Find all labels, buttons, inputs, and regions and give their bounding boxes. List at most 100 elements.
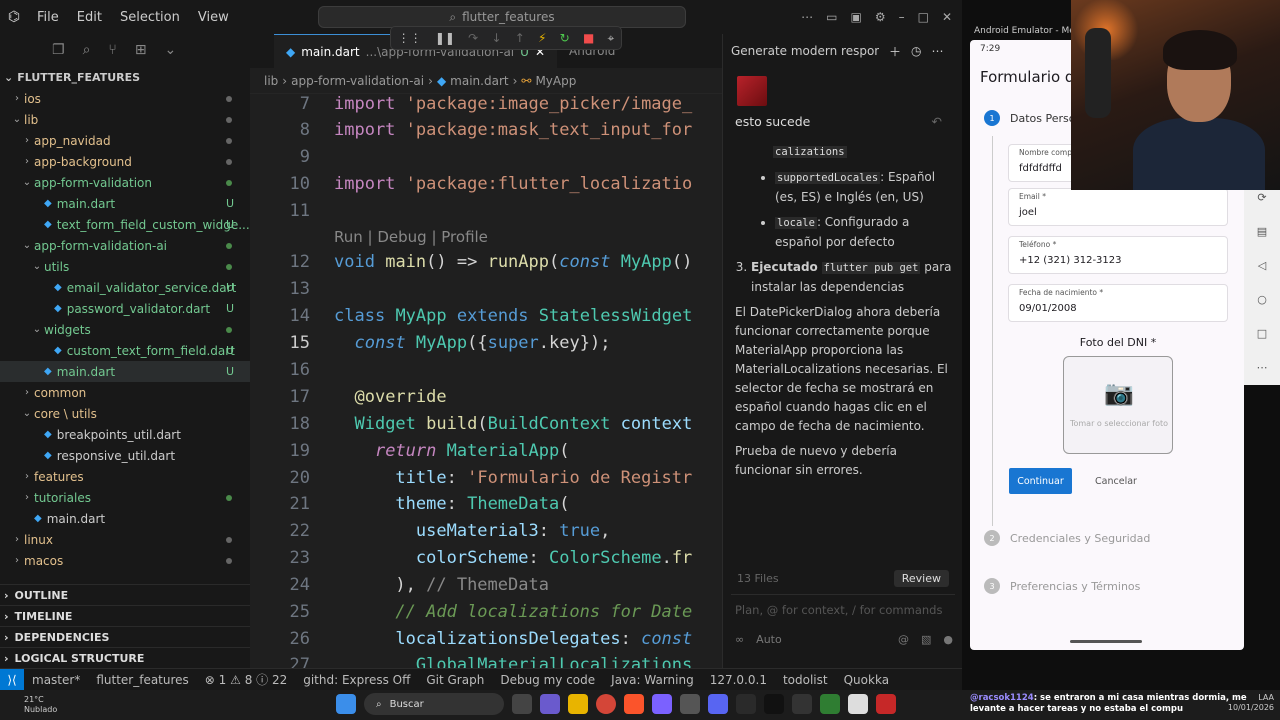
step-2[interactable]: 2 Credenciales y Seguridad (984, 530, 1150, 546)
brave-icon[interactable] (624, 694, 644, 714)
app-icon[interactable] (820, 694, 840, 714)
tree-item[interactable]: ⌄ app-form-validation-ai (0, 235, 250, 256)
minimize-icon[interactable]: – (899, 10, 905, 24)
plus-icon[interactable]: ＋ (889, 43, 901, 60)
home-icon[interactable]: ○ (1257, 293, 1267, 306)
app-icon[interactable] (792, 694, 812, 714)
host-status[interactable]: 127.0.0.1 (702, 673, 775, 687)
branch-status[interactable]: master* (24, 673, 88, 687)
drag-handle-icon[interactable]: ⋮⋮ (398, 31, 422, 45)
settings-icon[interactable]: ⚙ (875, 10, 886, 24)
tree-item[interactable]: ◆ main.dart (0, 508, 250, 529)
continue-button[interactable]: Continuar (1009, 468, 1072, 494)
tree-item[interactable]: ◆ custom_text_form_field.dart U (0, 340, 250, 361)
quokka-status[interactable]: Quokka (836, 673, 897, 687)
more-icon[interactable]: ⋯ (932, 44, 944, 58)
step-out-icon[interactable]: ↑ (515, 31, 525, 45)
mode-select[interactable]: Auto (756, 633, 782, 646)
menu-view[interactable]: View (189, 10, 238, 25)
cancel-button[interactable]: Cancelar (1086, 468, 1146, 494)
weather-widget[interactable]: 21°C Nublado (0, 695, 70, 715)
file-explorer-icon[interactable] (568, 694, 588, 714)
todolist-status[interactable]: todolist (775, 673, 836, 687)
tiktok-icon[interactable] (764, 694, 784, 714)
image-icon[interactable]: ▧ (921, 633, 931, 646)
tree-item[interactable]: ⌄ core \ utils (0, 403, 250, 424)
more-icon[interactable]: ⋯ (801, 10, 813, 24)
menu-edit[interactable]: Edit (68, 10, 111, 25)
section-outline[interactable]: › OUTLINE (0, 584, 250, 605)
git-graph-status[interactable]: Git Graph (418, 673, 492, 687)
at-icon[interactable]: @ (898, 633, 909, 646)
phone-field[interactable]: Teléfono * +12 (321) 312-3123 (1008, 236, 1228, 274)
problems-status[interactable]: ⊗ 1 ⚠ 8 ⓘ 22 (197, 671, 295, 688)
menu-selection[interactable]: Selection (111, 10, 189, 25)
restart-icon[interactable]: ↻ (560, 31, 570, 45)
rotate-icon[interactable]: ⟳ (1257, 191, 1266, 204)
githd-status[interactable]: githd: Express Off (295, 673, 418, 687)
code-area[interactable]: 7 8 9 10 11 12 13 14 15 16 17 18 19 20 21 22 23 24 25 26 27 … (250, 94, 722, 668)
layout-icon[interactable]: ▭ (826, 10, 837, 24)
section-dependencies[interactable]: › DEPENDENCIES (0, 626, 250, 647)
section-timeline[interactable]: › TIMELINE (0, 605, 250, 626)
tree-item[interactable]: ◆ password_validator.dart U (0, 298, 250, 319)
app-icon[interactable] (652, 694, 672, 714)
command-search[interactable]: ⌕ flutter_features (318, 6, 686, 28)
inspector-icon[interactable]: ⌖ (608, 31, 615, 46)
copilot-icon[interactable] (540, 694, 560, 714)
java-status[interactable]: Java: Warning (603, 673, 702, 687)
tree-item[interactable]: › ios (0, 88, 250, 109)
breadcrumb-item[interactable]: app-form-validation-ai (291, 74, 424, 88)
tree-item[interactable]: ◆ text_form_field_custom_widge... U (0, 214, 250, 235)
app-icon[interactable] (848, 694, 868, 714)
overview-icon[interactable]: □ (1257, 327, 1267, 340)
review-button[interactable]: Review (893, 570, 949, 587)
more-icon[interactable]: ⋯ (1257, 361, 1268, 374)
close-icon[interactable]: ✕ (942, 10, 952, 24)
step-3[interactable]: 3 Preferencias y Términos (984, 578, 1140, 594)
tree-item[interactable]: › app_navidad (0, 130, 250, 151)
tree-item[interactable]: › common (0, 382, 250, 403)
tree-item[interactable]: ⌄ lib (0, 109, 250, 130)
extensions-icon[interactable]: ⊞ (135, 42, 147, 58)
infinity-icon[interactable]: ∞ (735, 633, 744, 646)
tree-item[interactable]: ⌄ app-form-validation (0, 172, 250, 193)
stop-icon[interactable]: ■ (583, 31, 594, 45)
debug-status[interactable]: Debug my code (492, 673, 603, 687)
tree-item[interactable]: ⌄ utils (0, 256, 250, 277)
breadcrumb-item[interactable]: lib (264, 74, 278, 88)
tree-item[interactable]: ⌄ widgets (0, 319, 250, 340)
user-message[interactable]: esto sucede (735, 114, 810, 129)
menu-file[interactable]: File (28, 10, 68, 25)
section-logical-structure[interactable]: › LOGICAL STRUCTURE (0, 647, 250, 668)
tree-item[interactable]: ◆ main.dart U (0, 193, 250, 214)
step-over-icon[interactable]: ↷ (468, 31, 478, 45)
remote-icon[interactable]: ⟩⟨ (0, 669, 24, 690)
chrome-icon[interactable] (596, 694, 616, 714)
explorer-root[interactable]: ⌄ FLUTTER_FEATURES (0, 66, 250, 88)
tree-item[interactable]: › app-background (0, 151, 250, 172)
step-into-icon[interactable]: ↓ (491, 31, 501, 45)
screenshot-icon[interactable]: ▤ (1257, 225, 1267, 238)
chat-input[interactable]: Plan, @ for context, / for commands ∞ Au… (731, 594, 955, 664)
files-count[interactable]: 13 Files (737, 572, 779, 585)
breadcrumb-item[interactable]: MyApp (535, 74, 576, 88)
tree-item[interactable]: › linux (0, 529, 250, 550)
back-icon[interactable]: ◁ (1258, 259, 1266, 272)
chevron-down-icon[interactable]: ⌄ (165, 42, 177, 58)
source-control-icon[interactable]: ⑂ (108, 42, 116, 58)
vscode-icon[interactable] (736, 694, 756, 714)
mic-icon[interactable]: ● (943, 633, 953, 646)
system-clock[interactable]: LAA 10/01/2026 (1228, 693, 1274, 713)
discord-icon[interactable] (708, 694, 728, 714)
codelens[interactable]: Run | Debug | Profile (334, 228, 488, 246)
birthdate-field[interactable]: Fecha de nacimiento * 09/01/2008 (1008, 284, 1228, 322)
step-1[interactable]: 1 Datos Perso (984, 110, 1075, 126)
panel-icon[interactable]: ▣ (850, 10, 861, 24)
tree-item[interactable]: › macos (0, 550, 250, 571)
app-icon[interactable] (876, 694, 896, 714)
undo-icon[interactable]: ↶ (932, 114, 942, 129)
tree-item[interactable]: ◆ email_validator_service.dart U (0, 277, 250, 298)
windows-start-icon[interactable] (336, 694, 356, 714)
history-icon[interactable]: ◷ (911, 44, 921, 58)
